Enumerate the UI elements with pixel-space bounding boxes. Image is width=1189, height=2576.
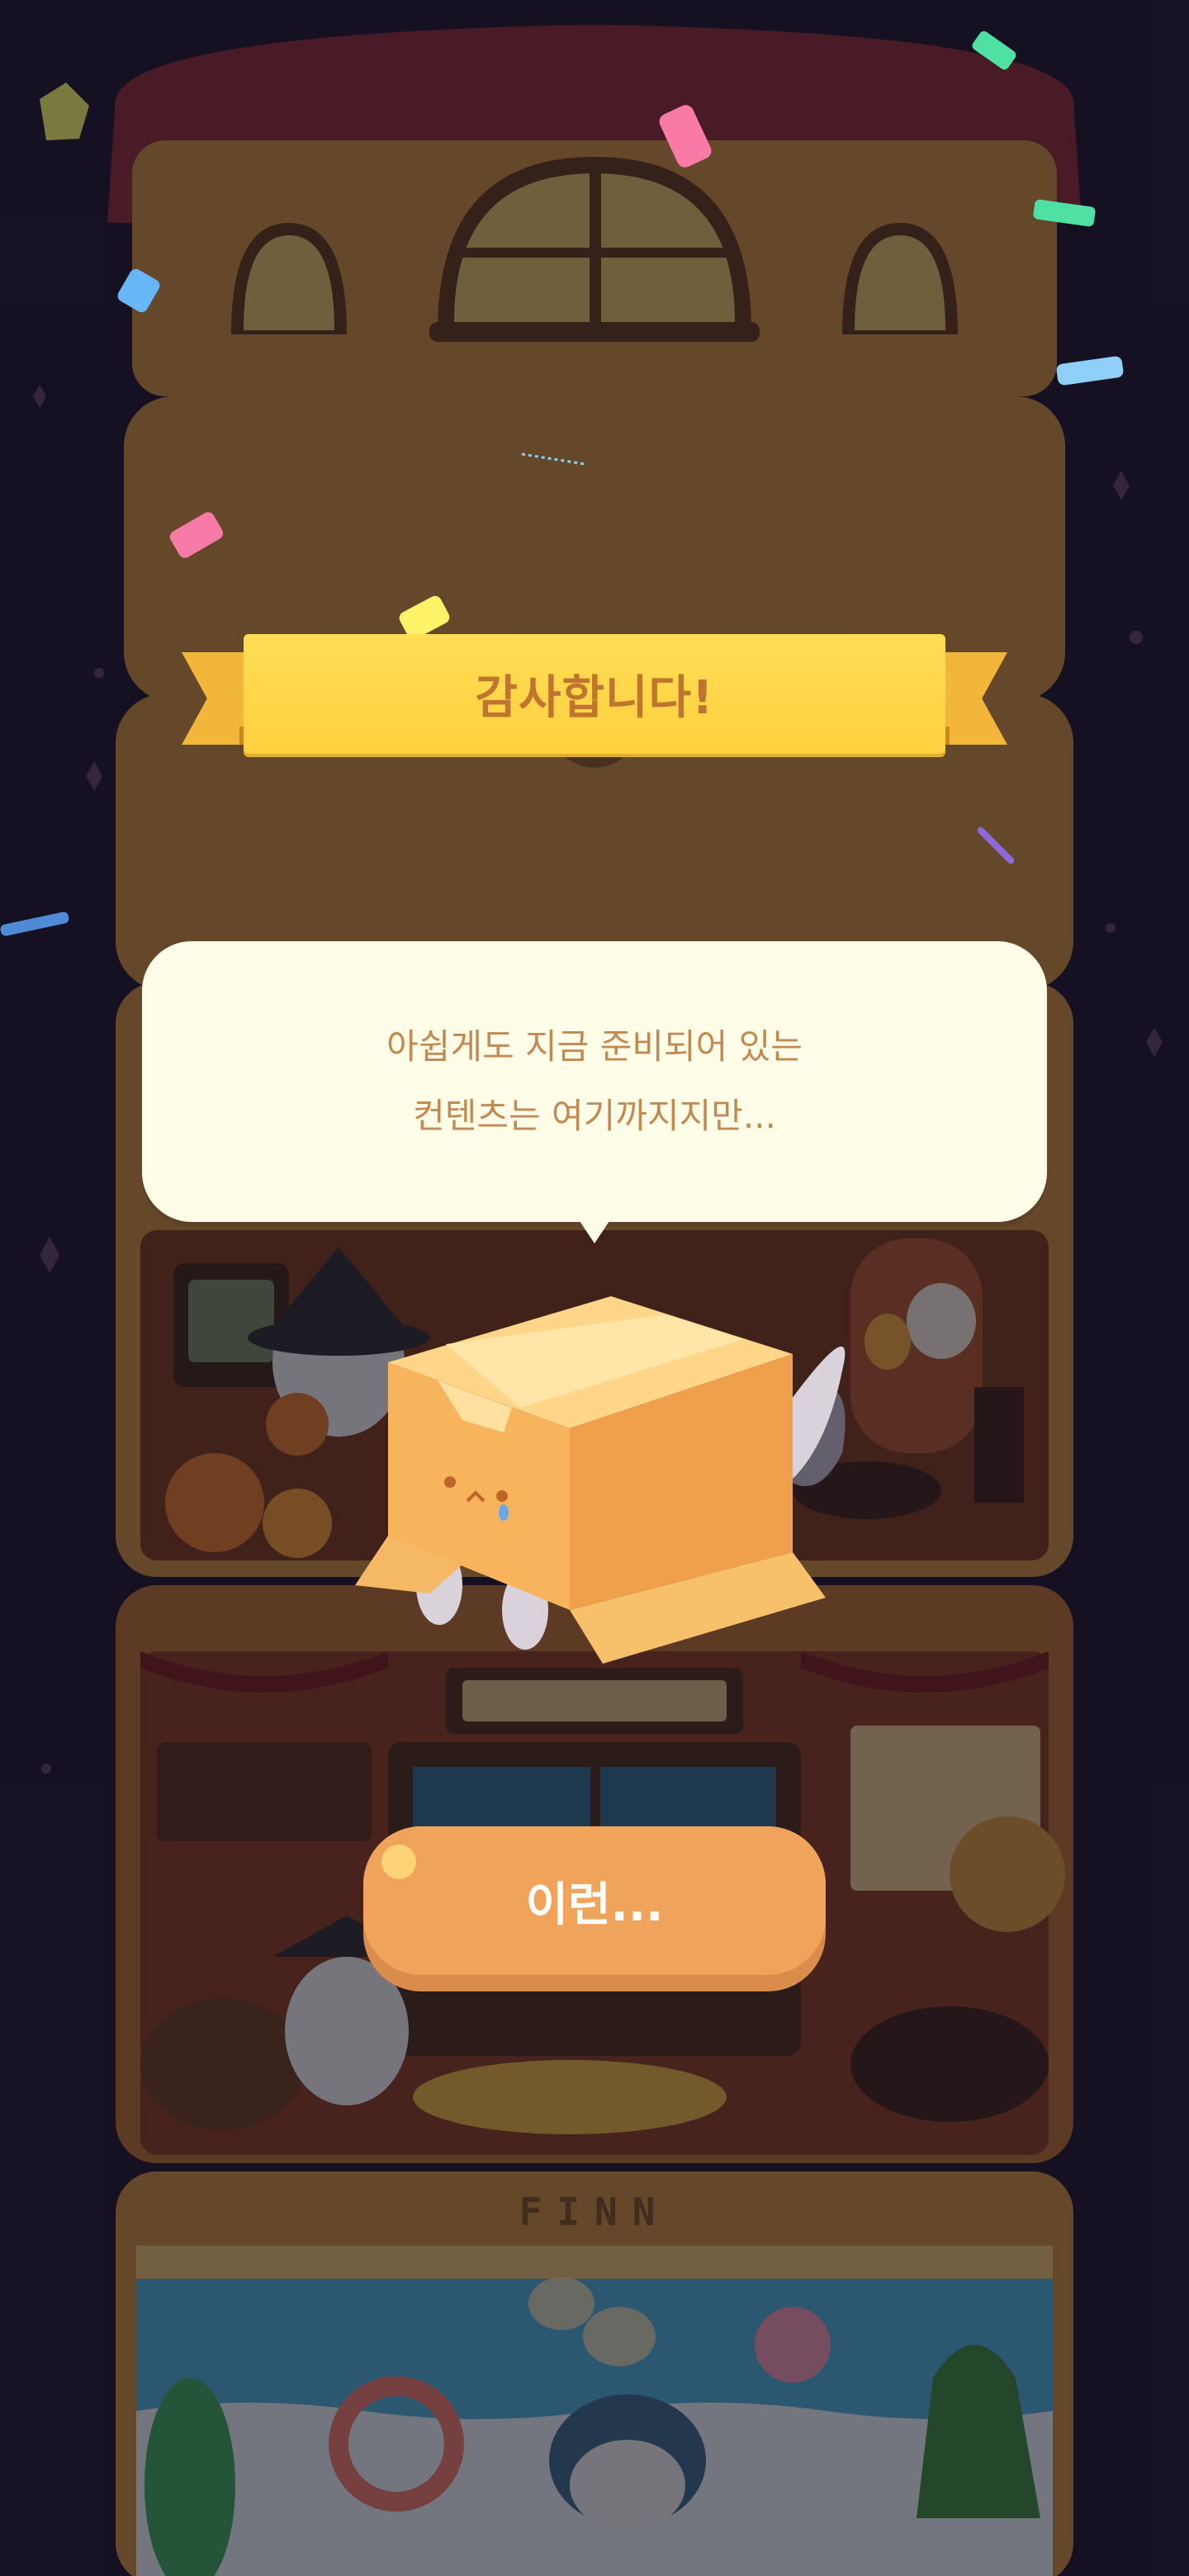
button-shine: [381, 1844, 416, 1879]
confetti: [0, 31, 1124, 936]
banner-title: 감사합니다!: [475, 671, 714, 725]
thanks-ribbon-banner: 감사합니다!: [182, 634, 1007, 774]
dialog-line-2: 컨텐츠는 여기까지지만...: [413, 1096, 776, 1136]
speech-bubble: 아쉽게도 지금 준비되어 있는 컨텐츠는 여기까지지만...: [142, 941, 1047, 1243]
dialog-line-1: 아쉽게도 지금 준비되어 있는: [386, 1026, 803, 1067]
confirm-button-face[interactable]: 이런...: [363, 1826, 826, 1975]
confirm-button[interactable]: 이런...: [363, 1826, 826, 1991]
ribbon-band: 감사합니다!: [244, 634, 945, 754]
confirm-button-label: 이런...: [525, 1878, 664, 1932]
